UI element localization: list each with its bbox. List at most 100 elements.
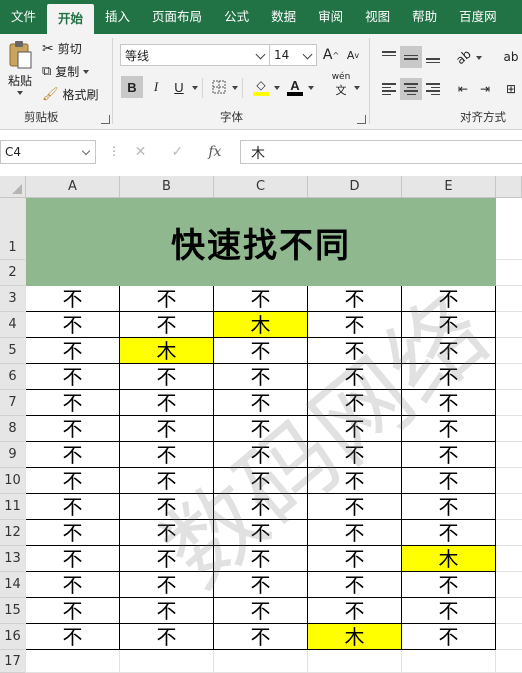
cut-button[interactable]: ✂ 剪切 <box>42 40 82 57</box>
tab-formulas[interactable]: 公式 <box>213 0 260 34</box>
select-all-button[interactable] <box>0 176 26 198</box>
cell-d11[interactable]: 不 <box>308 494 402 520</box>
row-header-3[interactable]: 3 <box>0 286 26 312</box>
cell-a16[interactable]: 不 <box>26 624 120 650</box>
cell-b12[interactable]: 不 <box>120 520 214 546</box>
cell-a7[interactable]: 不 <box>26 390 120 416</box>
cell-e6[interactable]: 不 <box>402 364 496 390</box>
row-header-10[interactable]: 10 <box>0 468 26 494</box>
tab-baidu[interactable]: 百度网 <box>448 0 508 34</box>
tab-data[interactable]: 数据 <box>260 0 307 34</box>
cell-e11[interactable]: 不 <box>402 494 496 520</box>
wrap-text-button[interactable]: ab <box>500 46 522 68</box>
cell-a4[interactable]: 不 <box>26 312 120 338</box>
cell-d6[interactable]: 不 <box>308 364 402 390</box>
row-header-13[interactable]: 13 <box>0 546 26 572</box>
cell-c8[interactable]: 不 <box>214 416 308 442</box>
cell-a11[interactable]: 不 <box>26 494 120 520</box>
cell-e16[interactable]: 不 <box>402 624 496 650</box>
cell-d4[interactable]: 不 <box>308 312 402 338</box>
fill-color-button[interactable]: ◇ <box>250 76 272 98</box>
cell-e3[interactable]: 不 <box>402 286 496 312</box>
cell-e8[interactable]: 不 <box>402 416 496 442</box>
align-right-button[interactable] <box>422 78 444 100</box>
cell-b13[interactable]: 不 <box>120 546 214 572</box>
font-color-button[interactable]: A <box>284 76 306 98</box>
column-header-c[interactable]: C <box>214 176 308 198</box>
clipboard-launcher-icon[interactable] <box>101 115 110 124</box>
cell-c13[interactable]: 不 <box>214 546 308 572</box>
align-top-button[interactable] <box>378 46 400 68</box>
cell-d13[interactable]: 不 <box>308 546 402 572</box>
cell-c6[interactable]: 不 <box>214 364 308 390</box>
cell-d16[interactable]: 木 <box>308 624 402 650</box>
cell-d5[interactable]: 不 <box>308 338 402 364</box>
column-header-e[interactable]: E <box>402 176 496 198</box>
tab-page-layout[interactable]: 页面布局 <box>141 0 213 34</box>
phonetic-button[interactable]: wén 文 <box>326 72 356 97</box>
align-center-button[interactable] <box>400 78 422 100</box>
cell-c7[interactable]: 不 <box>214 390 308 416</box>
cell-b7[interactable]: 不 <box>120 390 214 416</box>
cell-b16[interactable]: 不 <box>120 624 214 650</box>
cell-b9[interactable]: 不 <box>120 442 214 468</box>
cell-e9[interactable]: 不 <box>402 442 496 468</box>
cell-b10[interactable]: 不 <box>120 468 214 494</box>
font-launcher-icon[interactable] <box>357 115 366 124</box>
column-header-d[interactable]: D <box>308 176 402 198</box>
cell-a5[interactable]: 不 <box>26 338 120 364</box>
cell-d7[interactable]: 不 <box>308 390 402 416</box>
orientation-button[interactable]: ab <box>452 46 474 68</box>
cell-d9[interactable]: 不 <box>308 442 402 468</box>
cell-e10[interactable]: 不 <box>402 468 496 494</box>
cell-a9[interactable]: 不 <box>26 442 120 468</box>
cell-c12[interactable]: 不 <box>214 520 308 546</box>
tab-file[interactable]: 文件 <box>0 0 47 34</box>
cell-a14[interactable]: 不 <box>26 572 120 598</box>
underline-button[interactable]: U <box>168 76 190 98</box>
tab-home[interactable]: 开始 <box>47 4 95 34</box>
insert-function-button[interactable]: fx <box>208 144 221 160</box>
cell-a15[interactable]: 不 <box>26 598 120 624</box>
font-name-select[interactable]: 等线 <box>120 44 270 66</box>
row-header-14[interactable]: 14 <box>0 572 26 598</box>
cell-a3[interactable]: 不 <box>26 286 120 312</box>
column-header-b[interactable]: B <box>120 176 214 198</box>
grow-font-button[interactable]: A ^ <box>320 44 342 66</box>
column-header-partial[interactable] <box>496 176 522 198</box>
align-bottom-button[interactable] <box>422 46 444 68</box>
cell-b6[interactable]: 不 <box>120 364 214 390</box>
cell-a6[interactable]: 不 <box>26 364 120 390</box>
tab-view[interactable]: 视图 <box>354 0 401 34</box>
tab-review[interactable]: 审阅 <box>307 0 354 34</box>
column-header-a[interactable]: A <box>26 176 120 198</box>
cell-b8[interactable]: 不 <box>120 416 214 442</box>
cell-d8[interactable]: 不 <box>308 416 402 442</box>
cell-c16[interactable]: 不 <box>214 624 308 650</box>
cell-d12[interactable]: 不 <box>308 520 402 546</box>
cell-b3[interactable]: 不 <box>120 286 214 312</box>
tab-help[interactable]: 帮助 <box>401 0 448 34</box>
cell-d14[interactable]: 不 <box>308 572 402 598</box>
cell-e12[interactable]: 不 <box>402 520 496 546</box>
decrease-indent-button[interactable]: ⇤ <box>452 78 474 100</box>
cell-d15[interactable]: 不 <box>308 598 402 624</box>
align-middle-button[interactable] <box>400 46 422 68</box>
row-header-8[interactable]: 8 <box>0 416 26 442</box>
cell-e13[interactable]: 木 <box>402 546 496 572</box>
title-cell[interactable]: 快速找不同 <box>26 198 496 286</box>
cell-c4[interactable]: 木 <box>214 312 308 338</box>
row-header-6[interactable]: 6 <box>0 364 26 390</box>
cell-e4[interactable]: 不 <box>402 312 496 338</box>
bold-button[interactable]: B <box>121 76 143 98</box>
italic-button[interactable]: I <box>145 76 167 98</box>
cell-a12[interactable]: 不 <box>26 520 120 546</box>
tab-insert[interactable]: 插入 <box>94 0 141 34</box>
row-header-9[interactable]: 9 <box>0 442 26 468</box>
enter-icon[interactable]: ✓ <box>171 144 183 160</box>
cell-c5[interactable]: 不 <box>214 338 308 364</box>
row-header-2[interactable]: 2 <box>0 260 26 286</box>
row-header-1[interactable]: 1 <box>0 198 26 260</box>
shrink-font-button[interactable]: Av <box>342 44 364 66</box>
cell-c14[interactable]: 不 <box>214 572 308 598</box>
